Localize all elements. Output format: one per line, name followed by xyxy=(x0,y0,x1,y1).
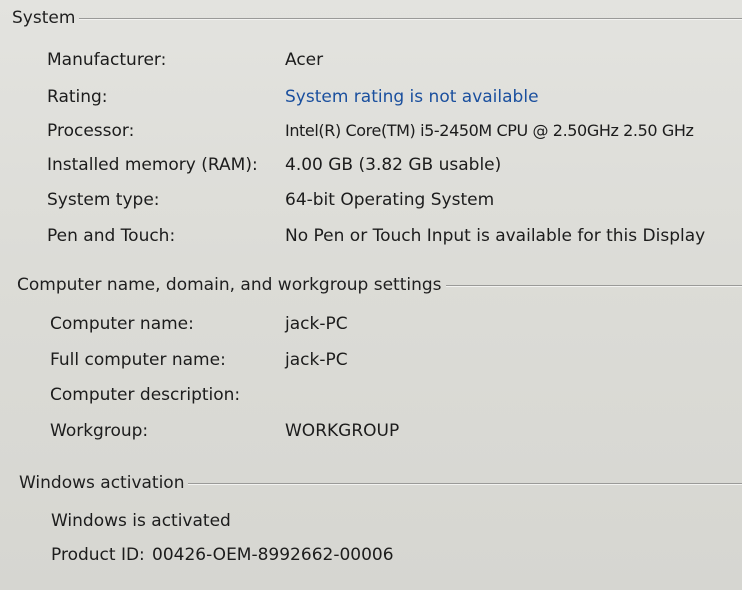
system-type-value: 64-bit Operating System xyxy=(285,190,495,210)
rating-row: Rating: System rating is not available xyxy=(0,87,742,111)
installed-memory-value: 4.00 GB (3.82 GB usable) xyxy=(285,155,502,175)
product-id-value: 00426-OEM-8992662-00006 xyxy=(152,545,394,565)
system-properties-panel: System Manufacturer: Acer Rating: System… xyxy=(0,0,742,590)
workgroup-label: Workgroup: xyxy=(50,421,149,441)
pen-and-touch-label: Pen and Touch: xyxy=(47,226,176,246)
computer-description-label: Computer description: xyxy=(50,385,241,405)
activation-section-title: Windows activation xyxy=(19,473,185,493)
product-id-label: Product ID: xyxy=(51,545,145,565)
computer-section-title: Computer name, domain, and workgroup set… xyxy=(17,275,442,295)
workgroup-value: WORKGROUP xyxy=(285,421,400,441)
computer-section-header: Computer name, domain, and workgroup set… xyxy=(17,275,742,295)
computer-name-label: Computer name: xyxy=(50,314,194,334)
section-divider xyxy=(445,285,742,287)
pen-and-touch-value: No Pen or Touch Input is available for t… xyxy=(285,226,706,246)
computer-name-value: jack-PC xyxy=(285,314,348,334)
computer-description-row: Computer description: xyxy=(0,385,742,409)
processor-value: Intel(R) Core(TM) i5-2450M CPU @ 2.50GHz… xyxy=(285,121,694,140)
system-type-row: System type: 64-bit Operating System xyxy=(0,190,742,214)
product-id-row: Product ID: 00426-OEM-8992662-00006 xyxy=(0,545,742,569)
full-computer-name-value: jack-PC xyxy=(285,350,348,370)
system-section-title: System xyxy=(12,8,76,28)
rating-label: Rating: xyxy=(47,87,108,107)
computer-name-row: Computer name: jack-PC xyxy=(0,314,742,338)
activation-status-text: Windows is activated xyxy=(51,511,231,531)
processor-row: Processor: Intel(R) Core(TM) i5-2450M CP… xyxy=(0,121,742,145)
full-computer-name-label: Full computer name: xyxy=(50,350,226,370)
installed-memory-label: Installed memory (RAM): xyxy=(47,155,258,175)
system-type-label: System type: xyxy=(47,190,160,210)
activation-section-header: Windows activation xyxy=(19,473,742,493)
activation-status-row: Windows is activated xyxy=(0,511,742,535)
workgroup-row: Workgroup: WORKGROUP xyxy=(0,421,742,445)
full-computer-name-row: Full computer name: jack-PC xyxy=(0,350,742,374)
installed-memory-row: Installed memory (RAM): 4.00 GB (3.82 GB… xyxy=(0,155,742,179)
manufacturer-label: Manufacturer: xyxy=(47,50,167,70)
pen-and-touch-row: Pen and Touch: No Pen or Touch Input is … xyxy=(0,226,742,250)
manufacturer-row: Manufacturer: Acer xyxy=(0,50,742,74)
section-divider xyxy=(79,18,742,20)
system-rating-link[interactable]: System rating is not available xyxy=(285,87,539,107)
section-divider xyxy=(188,483,742,485)
processor-label: Processor: xyxy=(47,121,135,141)
manufacturer-value: Acer xyxy=(285,50,324,70)
system-section-header: System xyxy=(12,8,742,28)
